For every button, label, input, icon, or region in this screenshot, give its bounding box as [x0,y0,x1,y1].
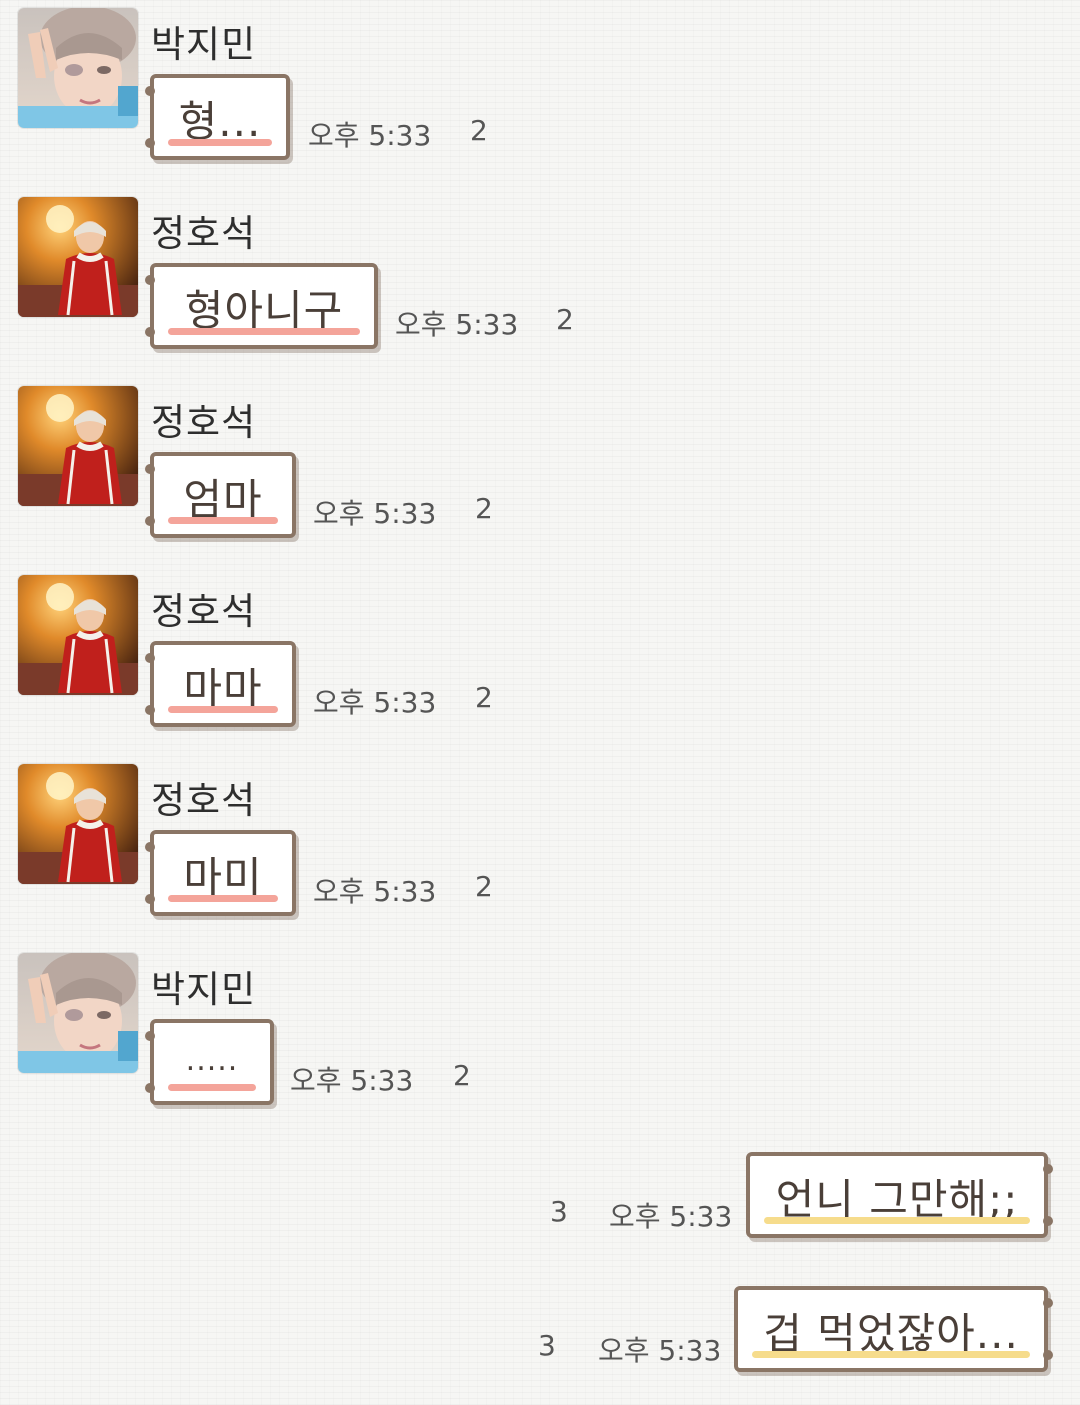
bubble-pin [145,1083,155,1093]
bubble-underline [168,1084,256,1091]
message-time: 오후 5:33 [313,686,437,719]
message-time: 오후 5:33 [290,1064,414,1097]
message-bubble[interactable]: 마마 [145,641,296,727]
message-text: ..... [185,1043,239,1078]
message-bubble[interactable]: 엄마 [145,452,296,538]
profile-photo-hoseok [18,764,138,884]
message-time: 오후 5:33 [313,875,437,908]
unread-count: 2 [475,870,493,903]
message-time: 오후 5:33 [609,1200,733,1233]
profile-photo-hoseok [18,197,138,317]
profile-photo-jimin [18,8,138,128]
bubble-pin [145,464,155,474]
unread-count: 2 [475,681,493,714]
message-time: 오후 5:33 [395,308,519,341]
bubble-pin [145,516,155,526]
unread-count: 3 [550,1195,568,1228]
bubble-pin [145,1031,155,1041]
bubble-pin [1043,1298,1053,1308]
avatar[interactable] [18,386,138,506]
bubble-pin [1043,1216,1053,1226]
chat-thread: 박지민 형... 오후 5:33 2 정호석 형아니구 오후 5:33 2 정호… [0,0,1080,1405]
bubble-underline [168,895,278,902]
unread-count: 2 [475,492,493,525]
message-time: 오후 5:33 [598,1334,722,1367]
bubble-pin [145,275,155,285]
unread-count: 2 [470,114,488,147]
profile-photo-hoseok [18,575,138,695]
bubble-underline [168,139,272,146]
sender-name: 정호석 [151,590,257,633]
unread-count: 2 [556,303,574,336]
bubble-pin [145,86,155,96]
unread-count: 3 [538,1329,556,1362]
sender-name: 정호석 [151,401,257,444]
bubble-underline [168,706,278,713]
bubble-pin [1043,1164,1053,1174]
message-bubble[interactable]: 형... [145,74,290,160]
bubble-underline [752,1351,1030,1358]
avatar[interactable] [18,764,138,884]
sender-name: 정호석 [151,212,257,255]
message-bubble[interactable]: 형아니구 [145,263,378,349]
bubble-pin [145,705,155,715]
bubble-pin [1043,1350,1053,1360]
profile-photo-jimin [18,953,138,1073]
sender-name: 박지민 [151,23,257,66]
bubble-pin [145,653,155,663]
message-bubble[interactable]: 마미 [145,830,296,916]
bubble-pin [145,138,155,148]
bubble-pin [145,842,155,852]
message-time: 오후 5:33 [313,497,437,530]
message-bubble[interactable]: 겁 먹었잖아... [734,1286,1053,1372]
unread-count: 2 [453,1059,471,1092]
profile-photo-hoseok [18,386,138,506]
bubble-pin [145,894,155,904]
sender-name: 박지민 [151,968,257,1011]
bubble-pin [145,327,155,337]
bubble-underline [168,328,360,335]
avatar[interactable] [18,197,138,317]
avatar[interactable] [18,575,138,695]
message-bubble[interactable]: 언니 그만해;; [746,1152,1053,1238]
bubble-underline [168,517,278,524]
message-bubble[interactable]: ..... [145,1019,274,1105]
bubble-underline [764,1217,1030,1224]
sender-name: 정호석 [151,779,257,822]
avatar[interactable] [18,8,138,128]
message-time: 오후 5:33 [308,119,432,152]
avatar[interactable] [18,953,138,1073]
